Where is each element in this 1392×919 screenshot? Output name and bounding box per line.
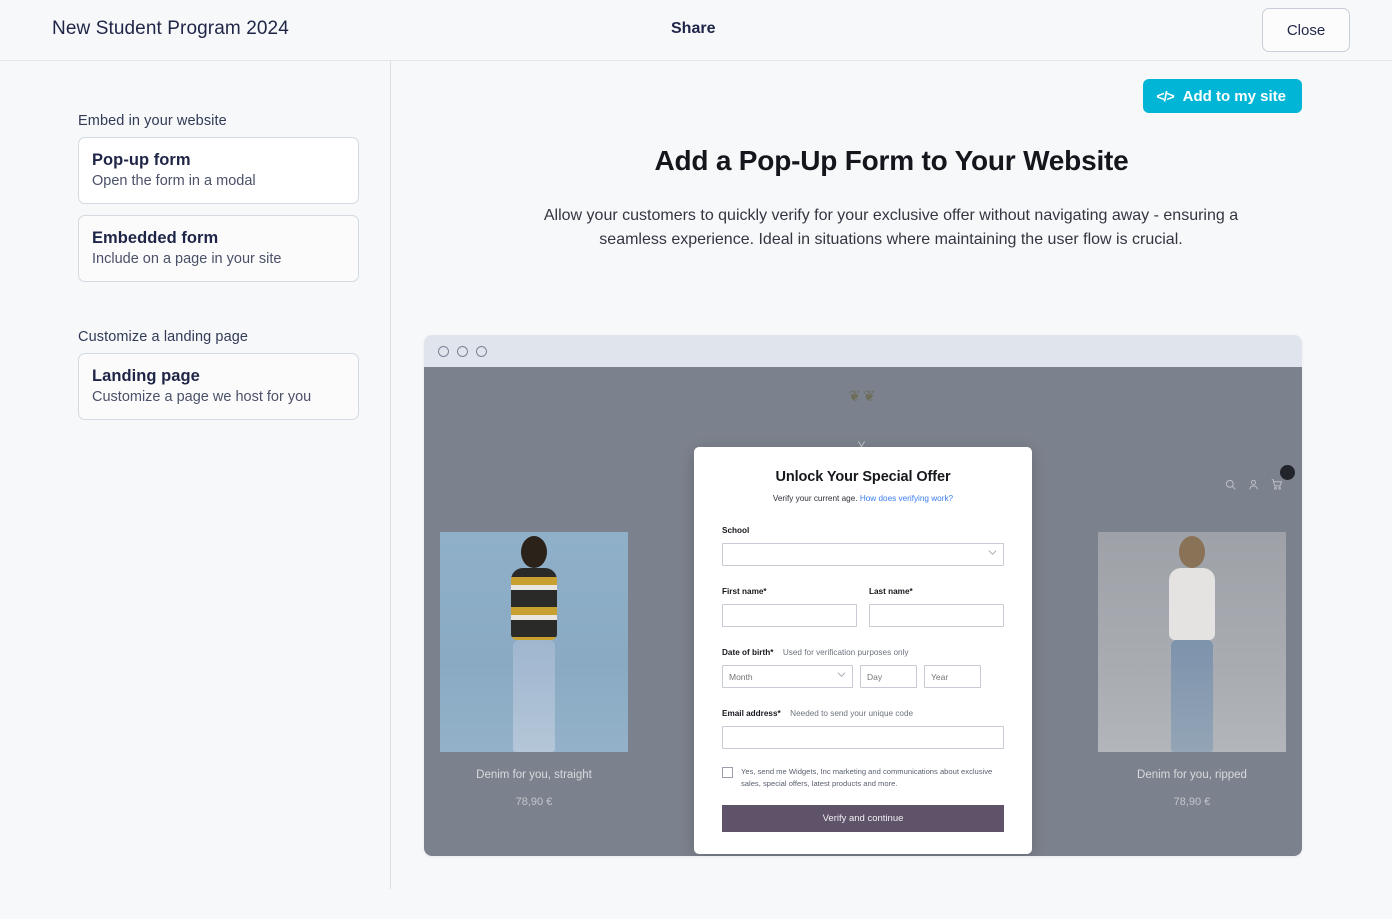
first-name-label: First name*: [722, 587, 767, 596]
preview-browser-chrome: [424, 335, 1302, 367]
website-preview: ❦❦ Y Denim for you, straight 78,90 € Den…: [424, 335, 1302, 856]
dob-month-select[interactable]: [722, 665, 853, 688]
cart-icon[interactable]: [1271, 479, 1282, 490]
page-title: New Student Program 2024: [52, 18, 289, 39]
product-card[interactable]: Denim for you, ripped 78,90 €: [1098, 532, 1286, 808]
marketing-consent-row[interactable]: Yes, send me Widgets, Inc marketing and …: [722, 766, 1004, 789]
main-panel: </> Add to my site Add a Pop-Up Form to …: [391, 61, 1392, 919]
product-image: [440, 532, 628, 752]
product-image: [1098, 532, 1286, 752]
option-subtitle: Open the form in a modal: [92, 173, 256, 189]
marketing-consent-label: Yes, send me Widgets, Inc marketing and …: [741, 767, 993, 788]
last-name-label: Last name*: [869, 587, 913, 596]
sidebar-section-landing-label: Customize a landing page: [78, 329, 249, 345]
popup-form-subtitle-text: Verify your current age.: [772, 494, 858, 503]
browser-dot-icon: [476, 345, 487, 357]
main-description: Allow your customers to quickly verify f…: [543, 207, 1239, 248]
model-figure-icon: [511, 536, 557, 752]
close-button[interactable]: Close: [1262, 8, 1350, 52]
cart-count-badge: [1280, 465, 1295, 480]
browser-dot-icon: [457, 345, 468, 357]
product-card[interactable]: Denim for you, straight 78,90 €: [440, 532, 628, 808]
search-icon[interactable]: [1225, 479, 1236, 490]
product-price: 78,90 €: [1173, 796, 1211, 808]
product-name: Denim for you, straight: [476, 769, 592, 781]
school-label: School: [722, 526, 750, 535]
marketing-consent-checkbox[interactable]: [722, 767, 733, 778]
chevron-down-icon: [837, 672, 846, 677]
browser-dot-icon: [438, 345, 449, 357]
main-heading: Add a Pop-Up Form to Your Website: [654, 145, 1129, 176]
how-does-verifying-work-link[interactable]: How does verifying work?: [860, 494, 953, 503]
account-icon[interactable]: [1248, 479, 1259, 490]
last-name-input[interactable]: [869, 604, 1004, 627]
add-to-my-site-label: Add to my site: [1182, 87, 1286, 105]
sidebar-item-landing-page[interactable]: Landing page Customize a page we host fo…: [78, 353, 359, 420]
sidebar-item-popup-form[interactable]: Pop-up form Open the form in a modal: [78, 137, 359, 204]
sidebar: Embed in your website Pop-up form Open t…: [0, 61, 391, 889]
share-label: Share: [671, 20, 716, 37]
email-label: Email address*: [722, 709, 781, 718]
add-to-my-site-button[interactable]: </> Add to my site: [1143, 79, 1302, 113]
dob-label: Date of birth*: [722, 648, 774, 657]
dob-year-input[interactable]: [924, 665, 981, 688]
email-hint: Needed to send your unique code: [790, 709, 914, 718]
option-title: Pop-up form: [92, 151, 191, 169]
option-title: Landing page: [92, 367, 200, 385]
first-name-input[interactable]: [722, 604, 857, 627]
verify-and-continue-button[interactable]: Verify and continue: [722, 805, 1004, 832]
option-subtitle: Customize a page we host for you: [92, 389, 312, 405]
popup-form-modal: Unlock Your Special Offer Verify your cu…: [694, 447, 1032, 854]
popup-form-title: Unlock Your Special Offer: [775, 469, 951, 485]
top-bar: New Student Program 2024 Share Close: [0, 0, 1392, 61]
popup-form-subtitle: Verify your current age. How does verify…: [722, 494, 1004, 503]
sidebar-item-embedded-form[interactable]: Embedded form Include on a page in your …: [78, 215, 359, 282]
store-logo: ❦❦: [848, 388, 878, 405]
store-header-icons: [1225, 479, 1282, 490]
product-price: 78,90 €: [515, 796, 553, 808]
model-figure-icon: [1169, 536, 1215, 752]
option-subtitle: Include on a page in your site: [92, 251, 282, 267]
dob-day-input[interactable]: [860, 665, 917, 688]
school-select-wrap: [722, 543, 1004, 566]
dob-month-wrap: [722, 665, 853, 688]
chevron-down-icon: [988, 550, 997, 555]
code-icon: </>: [1156, 88, 1174, 104]
email-input[interactable]: [722, 726, 1004, 749]
sidebar-section-embed-label: Embed in your website: [78, 113, 227, 129]
school-select[interactable]: [722, 543, 1004, 566]
preview-store-page: ❦❦ Y Denim for you, straight 78,90 € Den…: [424, 367, 1302, 856]
dob-hint: Used for verification purposes only: [782, 648, 909, 657]
product-name: Denim for you, ripped: [1137, 769, 1247, 781]
option-title: Embedded form: [92, 229, 219, 247]
